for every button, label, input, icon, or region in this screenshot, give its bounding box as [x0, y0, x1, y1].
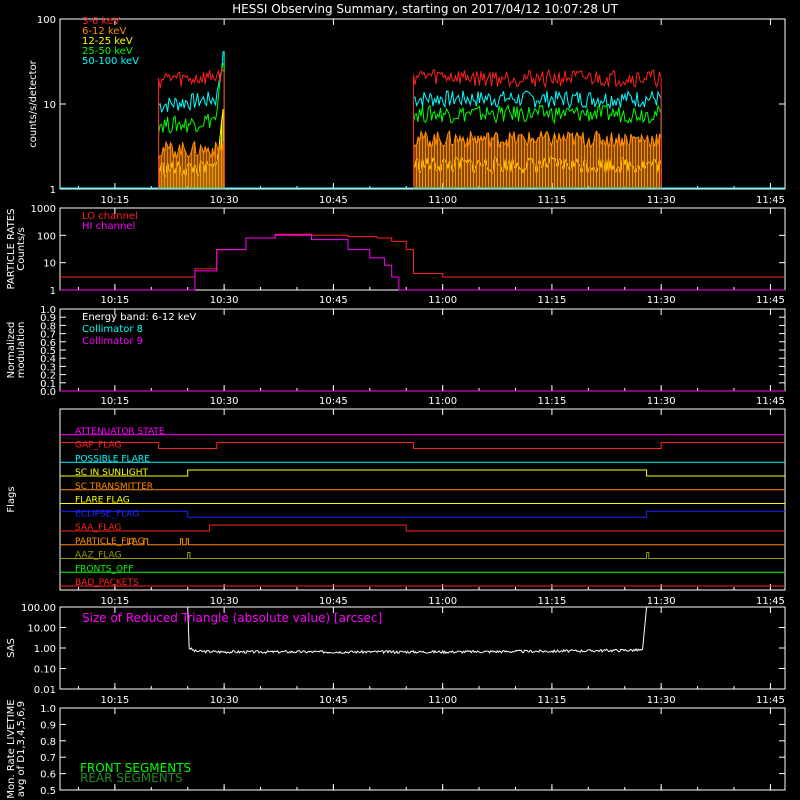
- x-tick-label: 11:45: [756, 195, 785, 206]
- y-tick-label: 100: [37, 15, 56, 26]
- x-tick-label: 11:45: [756, 596, 785, 607]
- x-tick-label: 11:00: [428, 396, 457, 407]
- x-tick-label: 10:15: [100, 695, 129, 706]
- y-axis-label: Flags: [6, 486, 17, 512]
- x-tick-label: 11:30: [647, 596, 676, 607]
- y-axis-label: SAS: [6, 638, 17, 658]
- flag-label: FRONTS_OFF: [75, 564, 133, 574]
- y-tick-label: 1000: [31, 204, 56, 215]
- annotation: Size of Reduced Triangle (absolute value…: [82, 611, 382, 625]
- x-tick-label: 10:30: [210, 596, 239, 607]
- legend-entry: Collimator 9: [82, 336, 143, 347]
- y-tick-label: 0.9: [40, 720, 56, 731]
- x-tick-label: 11:30: [647, 396, 676, 407]
- annotation: Energy band: 6-12 keV: [82, 312, 196, 323]
- x-tick-label: 11:15: [537, 695, 566, 706]
- flag-label: SC IN SUNLIGHT: [75, 468, 149, 478]
- flag-label: POSSIBLE FLARE: [75, 454, 150, 464]
- x-tick-label: 11:45: [756, 695, 785, 706]
- x-tick-label: 11:15: [537, 596, 566, 607]
- x-tick-label: 10:30: [210, 396, 239, 407]
- flag-label: SAA_FLAG: [75, 523, 121, 533]
- y-tick-label: 1.0: [40, 305, 56, 316]
- x-tick-label: 10:15: [100, 596, 129, 607]
- y-tick-label: 10.00: [27, 624, 56, 635]
- x-tick-label: 11:45: [756, 295, 785, 306]
- y-tick-label: 10: [43, 100, 56, 111]
- y-tick-label: 0.6: [40, 770, 56, 781]
- y-axis-label: avg of D1,3,4,5,6,9: [16, 701, 27, 797]
- y-tick-label: 0.01: [34, 685, 56, 696]
- y-tick-label: 10: [43, 259, 56, 270]
- figure-title: HESSI Observing Summary, starting on 201…: [232, 2, 618, 16]
- observing-summary-figure: HESSI Observing Summary, starting on 201…: [0, 0, 800, 800]
- x-tick-label: 10:30: [210, 695, 239, 706]
- x-tick-label: 10:45: [319, 695, 348, 706]
- x-tick-label: 10:15: [100, 396, 129, 407]
- flag-label: SC TRANSMITTER: [75, 482, 153, 492]
- y-axis-label: Counts/s: [16, 227, 27, 271]
- flag-label: GAP_FLAG: [75, 441, 121, 451]
- y-tick-label: 1: [50, 185, 56, 196]
- x-tick-label: 11:15: [537, 295, 566, 306]
- flag-label: AAZ_FLAG: [75, 551, 122, 561]
- x-tick-label: 11:30: [647, 295, 676, 306]
- flag-label: BAD_PACKETS: [75, 578, 139, 588]
- y-tick-label: 1: [50, 286, 56, 297]
- x-tick-label: 10:15: [100, 195, 129, 206]
- flag-label: ECLIPSE_FLAG: [75, 509, 139, 519]
- x-tick-label: 11:00: [428, 695, 457, 706]
- x-tick-label: 11:15: [537, 396, 566, 407]
- y-axis-label: modulation: [16, 322, 27, 379]
- x-tick-label: 11:30: [647, 695, 676, 706]
- y-axis-label: counts/s/detector: [28, 59, 39, 147]
- x-tick-label: 11:00: [428, 596, 457, 607]
- flag-label: FLARE FLAG: [75, 496, 130, 506]
- legend-entry: HI channel: [82, 221, 135, 232]
- x-tick-label: 11:15: [537, 195, 566, 206]
- x-tick-label: 10:45: [319, 295, 348, 306]
- x-tick-label: 10:15: [100, 295, 129, 306]
- y-tick-label: 100: [37, 231, 56, 242]
- x-tick-label: 10:45: [319, 596, 348, 607]
- y-tick-label: 0.5: [40, 786, 56, 797]
- x-tick-label: 11:45: [756, 396, 785, 407]
- legend-entry: Collimator 8: [82, 324, 143, 335]
- y-tick-label: 1.0: [40, 704, 56, 715]
- flag-label: ATTENUATOR STATE: [75, 427, 165, 437]
- x-tick-label: 11:00: [428, 295, 457, 306]
- flag-label: PARTICLE_FLAG: [75, 537, 145, 547]
- y-tick-label: 1.00: [34, 644, 56, 655]
- legend-entry: REAR SEGMENTS: [80, 771, 183, 785]
- y-tick-label: 100.00: [21, 603, 56, 614]
- y-tick-label: 0.8: [40, 737, 56, 748]
- x-tick-label: 11:00: [428, 195, 457, 206]
- legend-entry: 50-100 keV: [82, 56, 139, 67]
- x-tick-label: 10:45: [319, 396, 348, 407]
- x-tick-label: 11:30: [647, 195, 676, 206]
- x-tick-label: 10:30: [210, 295, 239, 306]
- x-tick-label: 10:30: [210, 195, 239, 206]
- y-tick-label: 0.10: [34, 665, 56, 676]
- y-tick-label: 0.7: [40, 753, 56, 764]
- x-tick-label: 10:45: [319, 195, 348, 206]
